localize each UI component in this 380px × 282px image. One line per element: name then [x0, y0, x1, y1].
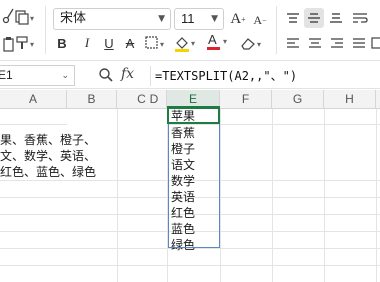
align-top-icon[interactable]	[284, 10, 302, 26]
svg-text:A: A	[208, 32, 217, 47]
spill-cell-e8[interactable]: 蓝色	[169, 221, 219, 237]
name-box-value: E1	[0, 68, 13, 82]
name-box[interactable]: E1 ⌄	[0, 65, 75, 86]
spill-cell-e7[interactable]: 红色	[169, 205, 219, 221]
ribbon-toolbar: ▾ ▾ 宋体 ▼ 11 ▼ A + A − B I U A ▾ ▾ A ▾ ▾	[0, 0, 380, 61]
column-header-row: A B C D E F G H	[0, 90, 380, 109]
column-header-b[interactable]: B	[67, 90, 117, 109]
column-header-a[interactable]: A	[0, 90, 67, 109]
ribbon-divider	[45, 6, 46, 54]
italic-button[interactable]: I	[78, 33, 96, 53]
gridline	[0, 124, 67, 125]
formula-input[interactable]: =TEXTSPLIT(A2,,"、")	[150, 66, 380, 86]
insert-function-button[interactable]: fx	[121, 66, 139, 84]
underline-button[interactable]: U	[100, 33, 118, 53]
gridline	[272, 109, 273, 282]
align-middle-icon[interactable]	[304, 8, 324, 28]
svg-text:▾: ▾	[160, 40, 164, 49]
wrap-text-icon[interactable]	[350, 10, 370, 26]
spill-cell-e6[interactable]: 英语	[169, 189, 219, 205]
align-bottom-icon[interactable]	[327, 10, 345, 26]
formula-bar: E1 ⌄ fx =TEXTSPLIT(A2,,"、")	[0, 62, 380, 89]
font-name-value: 宋体	[60, 11, 87, 26]
column-header-e[interactable]: E	[167, 90, 220, 109]
font-size-dropdown[interactable]: 11 ▼	[174, 8, 224, 30]
spill-cell-e2[interactable]: 香蕉	[169, 125, 219, 141]
fill-color-button[interactable]: ▾	[172, 33, 200, 53]
column-header-h[interactable]: H	[324, 90, 376, 109]
gridline	[324, 109, 325, 282]
chevron-down-icon: ▼	[158, 14, 165, 24]
gridline	[376, 109, 377, 282]
svg-text:▾: ▾	[191, 39, 195, 48]
font-size-value: 11	[181, 11, 195, 26]
column-header-g[interactable]: G	[272, 90, 324, 109]
border-button[interactable]: ▾	[143, 33, 169, 53]
chevron-down-icon: ▼	[211, 14, 218, 24]
font-grow-icon[interactable]: A +	[229, 9, 247, 29]
column-header-d[interactable]: D	[142, 90, 167, 109]
gridline	[0, 265, 380, 266]
bold-button[interactable]: B	[53, 33, 71, 53]
column-header-f[interactable]: F	[220, 90, 272, 109]
svg-text:▾: ▾	[30, 14, 34, 23]
ribbon-divider	[276, 6, 277, 54]
font-color-button[interactable]: A ▾	[204, 31, 232, 53]
eraser-icon[interactable]: ▾	[238, 33, 266, 53]
gridline	[220, 109, 221, 282]
merge-center-icon[interactable]	[370, 35, 380, 51]
strikethrough-button[interactable]: A	[121, 33, 139, 53]
gridline	[167, 109, 168, 282]
svg-text:▾: ▾	[30, 40, 34, 49]
zoom-icon[interactable]	[98, 67, 116, 85]
gridline	[117, 109, 118, 282]
format-painter-icon[interactable]: ▾	[12, 34, 38, 52]
spill-cell-e4[interactable]: 语文	[169, 157, 219, 173]
spill-cell-e5[interactable]: 数学	[169, 173, 219, 189]
svg-text:▾: ▾	[257, 40, 261, 49]
spill-cell-e1[interactable]: 苹果	[169, 108, 219, 124]
spill-cell-e9[interactable]: 绿色	[169, 237, 219, 253]
align-right-icon[interactable]	[328, 35, 346, 51]
font-name-dropdown[interactable]: 宋体 ▼	[53, 8, 171, 30]
justify-icon[interactable]	[350, 35, 368, 51]
align-center-icon[interactable]	[306, 35, 324, 51]
svg-text:▾: ▾	[223, 37, 227, 46]
cell-a2-line-1: 果、香蕉、橙子、	[0, 133, 97, 147]
copy-icon[interactable]: ▾	[12, 8, 38, 26]
align-left-icon[interactable]	[284, 35, 302, 51]
chevron-down-icon: ⌄	[61, 70, 69, 80]
spill-cell-e3[interactable]: 橙子	[169, 141, 219, 157]
cell-a2-line-3: 红色、蓝色、绿色	[0, 165, 97, 179]
font-shrink-icon[interactable]: A −	[251, 10, 269, 30]
cell-a2-line-2: 文、数学、英语、	[0, 149, 97, 163]
